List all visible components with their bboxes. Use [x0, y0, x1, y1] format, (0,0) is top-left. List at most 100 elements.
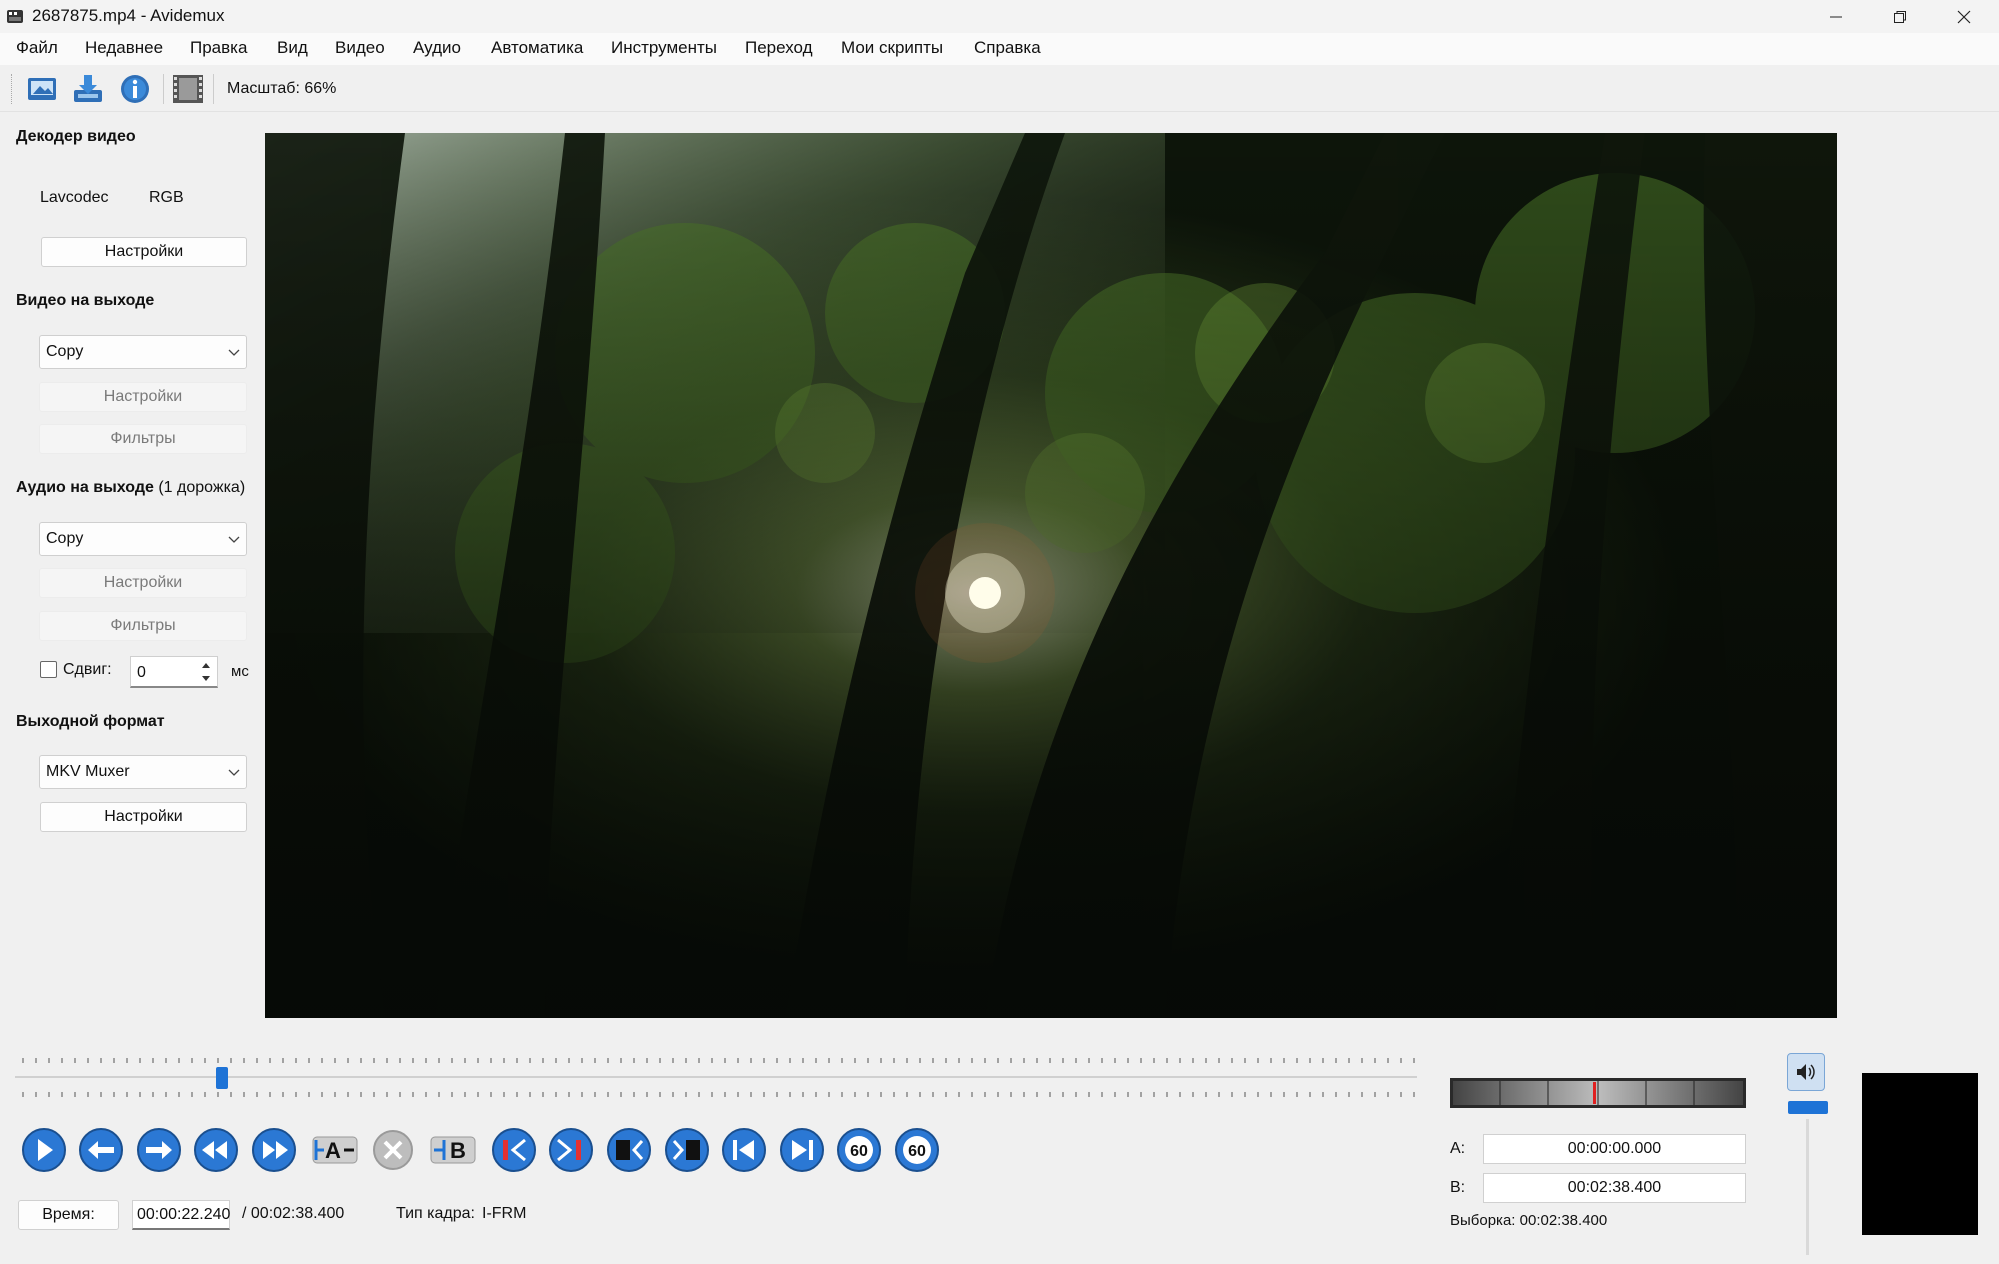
- audio-filters-button[interactable]: Фильтры: [39, 611, 247, 641]
- audio-output-heading-label: Аудио на выходе: [16, 479, 154, 496]
- open-icon[interactable]: [24, 72, 60, 106]
- muxer-settings-button[interactable]: Настройки: [40, 802, 247, 832]
- frame-type-value: I-FRM: [482, 1205, 527, 1222]
- back-60-icon: 60: [837, 1128, 881, 1172]
- mini-preview: [1862, 1073, 1978, 1235]
- offset-checkbox[interactable]: [40, 661, 57, 678]
- filmstrip-icon[interactable]: [170, 72, 206, 106]
- next-frame-icon: [137, 1128, 181, 1172]
- marker-a-value: 00:00:00.000: [1567, 1140, 1662, 1157]
- timeline-handle[interactable]: [216, 1067, 228, 1089]
- go-to-marker-b-icon: [549, 1128, 593, 1172]
- go-to-marker-b-button[interactable]: [546, 1125, 596, 1175]
- marker-a-field[interactable]: 00:00:00.000: [1483, 1134, 1746, 1164]
- menu-file[interactable]: Файл: [16, 38, 58, 58]
- restore-button[interactable]: [1868, 0, 1932, 33]
- marker-b-field[interactable]: 00:02:38.400: [1483, 1173, 1746, 1203]
- go-to-start-button[interactable]: [719, 1125, 769, 1175]
- toolbar-separator: [163, 74, 164, 104]
- previous-keyframe-icon: [607, 1128, 651, 1172]
- fast-forward-button[interactable]: [249, 1125, 299, 1175]
- audio-track-count: (1 дорожка): [158, 479, 246, 496]
- go-to-start-icon: [722, 1128, 766, 1172]
- set-marker-b-icon: B: [430, 1136, 476, 1164]
- previous-frame-button[interactable]: [76, 1125, 126, 1175]
- audio-codec-select[interactable]: Copy: [39, 522, 247, 556]
- menu-video[interactable]: Видео: [335, 38, 385, 58]
- delete-icon: [373, 1130, 413, 1170]
- decoder-colorspace: RGB: [149, 189, 184, 206]
- menu-auto[interactable]: Автоматика: [491, 38, 583, 58]
- avidemux-app-icon: [7, 10, 23, 23]
- info-icon[interactable]: [117, 72, 153, 106]
- video-output-heading: Видео на выходе: [16, 292, 155, 309]
- video-codec-select[interactable]: Copy: [39, 335, 247, 369]
- decoder-settings-button[interactable]: Настройки: [41, 237, 247, 267]
- frame-type-label: Тип кадра:: [396, 1205, 475, 1222]
- video-decoder-heading: Декодер видео: [16, 128, 136, 145]
- set-marker-a-button[interactable]: A: [310, 1125, 360, 1175]
- video-frame-image: [265, 133, 1837, 1018]
- marker-b-value: 00:02:38.400: [1567, 1179, 1662, 1196]
- marker-a-letter: A: [325, 1138, 341, 1163]
- menu-go[interactable]: Переход: [745, 38, 813, 58]
- timeline-slider[interactable]: [15, 1054, 1417, 1100]
- video-codec-value: Copy: [46, 343, 84, 360]
- previous-keyframe-button[interactable]: [604, 1125, 654, 1175]
- go-to-marker-a-icon: [492, 1128, 536, 1172]
- volume-handle[interactable]: [1788, 1101, 1828, 1114]
- decoder-codec: Lavcodec: [40, 189, 109, 206]
- menu-help[interactable]: Справка: [974, 38, 1041, 58]
- delete-button[interactable]: [368, 1125, 418, 1175]
- rewind-button[interactable]: [191, 1125, 241, 1175]
- audio-meter: [1450, 1078, 1746, 1108]
- menu-tools[interactable]: Инструменты: [611, 38, 717, 58]
- close-button[interactable]: [1932, 0, 1996, 33]
- video-preview: [265, 133, 1837, 1018]
- back-60-label: 60: [850, 1143, 868, 1160]
- chevron-down-icon: [228, 769, 240, 776]
- back-60-button[interactable]: 60: [834, 1125, 884, 1175]
- set-marker-a-icon: A: [312, 1136, 358, 1164]
- offset-label: Сдвиг:: [63, 661, 112, 678]
- menu-audio[interactable]: Аудио: [413, 38, 461, 58]
- volume-slider-track[interactable]: [1806, 1119, 1809, 1255]
- marker-b-letter: B: [450, 1138, 466, 1163]
- menu-bar: Файл Недавнее Правка Вид Видео Аудио Авт…: [0, 33, 1999, 65]
- next-frame-button[interactable]: [134, 1125, 184, 1175]
- window-title: 2687875.mp4 - Avidemux: [32, 6, 225, 25]
- time-button[interactable]: Время:: [18, 1200, 119, 1230]
- save-icon[interactable]: [70, 72, 106, 106]
- forward-60-button[interactable]: 60: [892, 1125, 942, 1175]
- current-time-field[interactable]: 00:00:22.240: [132, 1200, 230, 1230]
- muxer-select[interactable]: MKV Muxer: [39, 755, 247, 789]
- toolbar-grip: [11, 74, 13, 104]
- next-keyframe-button[interactable]: [662, 1125, 712, 1175]
- menu-edit[interactable]: Правка: [190, 38, 247, 58]
- audio-settings-button[interactable]: Настройки: [39, 568, 247, 598]
- toolbar-separator: [213, 74, 214, 104]
- chevron-down-icon: [228, 349, 240, 356]
- menu-custom-scripts[interactable]: Мои скрипты: [841, 38, 943, 58]
- offset-value: 0: [137, 664, 146, 681]
- total-time: / 00:02:38.400: [242, 1205, 345, 1222]
- minimize-icon: [1830, 16, 1842, 17]
- spin-arrows-icon[interactable]: [199, 659, 213, 685]
- offset-spinbox[interactable]: 0: [130, 656, 218, 688]
- video-filters-button[interactable]: Фильтры: [39, 424, 247, 454]
- toolbar: Масштаб: 66%: [0, 66, 1999, 112]
- go-to-end-button[interactable]: [777, 1125, 827, 1175]
- minimize-button[interactable]: [1804, 0, 1868, 33]
- current-time-value: 00:00:22.240: [137, 1205, 231, 1223]
- video-settings-button[interactable]: Настройки: [39, 382, 247, 412]
- audio-codec-value: Copy: [46, 530, 84, 547]
- play-button[interactable]: [19, 1125, 69, 1175]
- marker-b-label: B:: [1450, 1179, 1466, 1196]
- forward-60-icon: 60: [895, 1128, 939, 1172]
- mute-button[interactable]: [1787, 1053, 1825, 1091]
- menu-recent[interactable]: Недавнее: [85, 38, 163, 58]
- next-keyframe-icon: [665, 1128, 709, 1172]
- go-to-marker-a-button[interactable]: [489, 1125, 539, 1175]
- set-marker-b-button[interactable]: B: [428, 1125, 478, 1175]
- menu-view[interactable]: Вид: [277, 38, 308, 58]
